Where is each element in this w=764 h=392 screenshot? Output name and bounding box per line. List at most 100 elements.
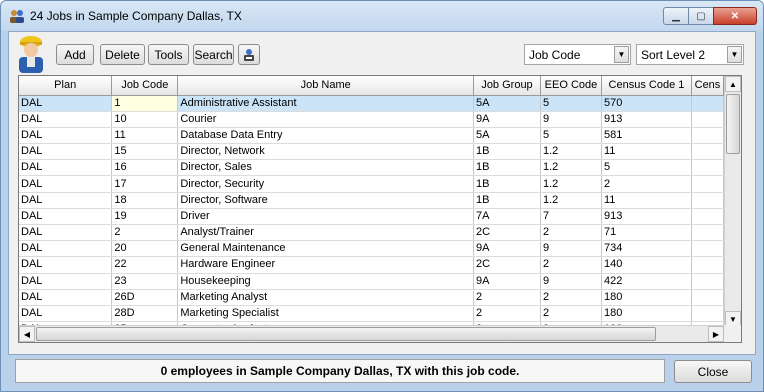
table-row[interactable]: DAL 20 General Maintenance 9A 9 734 (19, 240, 724, 258)
table-row[interactable]: DAL 18 Director, Software 1B 1.2 11 (19, 192, 724, 209)
table-cell[interactable]: DAL (19, 111, 113, 128)
table-cell[interactable]: Director, Network (177, 143, 475, 161)
table-cell[interactable] (691, 224, 724, 242)
table-cell[interactable]: 1.2 (540, 175, 602, 193)
table-cell[interactable] (691, 192, 724, 209)
column-header[interactable]: EEO Code (540, 76, 602, 96)
table-row[interactable]: DAL 19 Driver 7A 7 913 (19, 208, 724, 226)
table-cell[interactable]: 581 (601, 127, 692, 145)
table-cell[interactable]: Driver (177, 208, 475, 226)
table-row[interactable]: DAL 1 Administrative Assistant 5A 5 570 (19, 95, 724, 112)
table-cell[interactable] (691, 127, 724, 145)
table-cell[interactable]: 2 (473, 305, 541, 323)
table-cell[interactable]: Housekeeping (177, 273, 475, 290)
table-cell[interactable]: 9 (540, 273, 602, 290)
print-button[interactable] (238, 44, 260, 65)
table-cell[interactable]: 7A (473, 208, 541, 226)
jobs-grid[interactable]: Plan Job Code Job Name Job Group EEO Code Cen… (18, 75, 742, 343)
table-cell[interactable]: 11 (111, 127, 179, 145)
table-cell[interactable]: 11 (601, 192, 692, 209)
table-cell[interactable]: Administrative Assistant (177, 95, 475, 112)
column-header[interactable]: Census Code 1 (601, 76, 692, 96)
table-cell[interactable]: Courier (177, 111, 475, 128)
table-cell[interactable]: 10 (111, 111, 179, 128)
table-cell[interactable]: 9 (540, 111, 602, 128)
table-cell[interactable]: 2 (601, 175, 692, 193)
table-cell[interactable]: 28D (111, 305, 179, 323)
table-cell[interactable] (691, 273, 724, 290)
table-cell[interactable]: 5 (601, 159, 692, 177)
table-row[interactable]: DAL 26D Marketing Analyst 2 2 180 (19, 289, 724, 306)
table-cell[interactable]: DAL (19, 127, 113, 145)
table-cell[interactable]: 570 (601, 95, 692, 112)
table-cell[interactable]: 1B (473, 143, 541, 161)
table-cell[interactable]: Marketing Analyst (177, 289, 475, 306)
table-cell[interactable] (691, 208, 724, 226)
table-cell[interactable]: 11 (601, 143, 692, 161)
table-cell[interactable]: 913 (601, 111, 692, 128)
close-window-button[interactable]: ✕ (713, 7, 757, 25)
table-cell[interactable] (691, 175, 724, 193)
table-cell[interactable]: DAL (19, 256, 113, 274)
table-cell[interactable]: DAL (19, 175, 113, 193)
table-cell[interactable]: Analyst/Trainer (177, 224, 475, 242)
search-button[interactable]: Search (193, 44, 234, 65)
table-cell[interactable]: Database Data Entry (177, 127, 475, 145)
table-cell[interactable]: Director, Software (177, 192, 475, 209)
tools-button[interactable]: Tools (148, 44, 189, 65)
table-cell[interactable]: 19 (111, 208, 179, 226)
horizontal-scroll-thumb[interactable] (36, 327, 656, 341)
vertical-scroll-thumb[interactable] (726, 94, 740, 154)
table-cell[interactable]: 1B (473, 159, 541, 177)
table-cell[interactable] (691, 95, 724, 112)
table-cell[interactable]: 9A (473, 240, 541, 258)
column-header[interactable]: Cens (691, 76, 724, 96)
scroll-up-icon[interactable]: ▲ (725, 76, 741, 92)
table-row[interactable]: DAL 11 Database Data Entry 5A 5 581 (19, 127, 724, 145)
table-cell[interactable]: 913 (601, 208, 692, 226)
table-cell[interactable]: 1B (473, 175, 541, 193)
table-cell[interactable]: 2 (540, 224, 602, 242)
chevron-down-icon[interactable]: ▼ (727, 46, 742, 63)
table-cell[interactable]: DAL (19, 305, 113, 323)
table-cell[interactable] (691, 256, 724, 274)
table-cell[interactable]: 2C (473, 224, 541, 242)
table-cell[interactable]: 2 (540, 256, 602, 274)
table-cell[interactable]: 1.2 (540, 192, 602, 209)
add-button[interactable]: Add (56, 44, 94, 65)
table-cell[interactable]: DAL (19, 289, 113, 306)
table-cell[interactable]: 9A (473, 273, 541, 290)
table-cell[interactable]: 18 (111, 192, 179, 209)
table-row[interactable]: DAL 22 Hardware Engineer 2C 2 140 (19, 256, 724, 274)
table-row[interactable]: DAL 15 Director, Network 1B 1.2 11 (19, 143, 724, 161)
column-header[interactable]: Plan (19, 76, 113, 96)
table-cell[interactable]: 422 (601, 273, 692, 290)
table-cell[interactable]: 1B (473, 192, 541, 209)
table-cell[interactable]: 2C (473, 256, 541, 274)
column-header[interactable]: Job Code (111, 76, 179, 96)
table-cell[interactable]: 180 (601, 305, 692, 323)
horizontal-scrollbar[interactable]: ◀ ▶ (19, 325, 724, 342)
table-cell[interactable]: 22 (111, 256, 179, 274)
table-row[interactable]: DAL 10 Courier 9A 9 913 (19, 111, 724, 128)
table-cell[interactable]: 1 (111, 95, 179, 112)
scroll-left-icon[interactable]: ◀ (19, 326, 35, 342)
table-cell[interactable]: 140 (601, 256, 692, 274)
table-cell[interactable]: 7 (540, 208, 602, 226)
table-cell[interactable] (691, 289, 724, 306)
table-cell[interactable]: 1.2 (540, 159, 602, 177)
table-cell[interactable]: DAL (19, 143, 113, 161)
delete-button[interactable]: Delete (100, 44, 145, 65)
table-cell[interactable]: DAL (19, 192, 113, 209)
table-cell[interactable]: DAL (19, 208, 113, 226)
table-cell[interactable]: 5A (473, 127, 541, 145)
table-cell[interactable] (691, 159, 724, 177)
table-cell[interactable]: 26D (111, 289, 179, 306)
chevron-down-icon[interactable]: ▼ (614, 46, 629, 63)
table-cell[interactable]: Director, Security (177, 175, 475, 193)
scroll-right-icon[interactable]: ▶ (708, 326, 724, 342)
sort-secondary-select[interactable]: Sort Level 2 ▼ (636, 44, 744, 65)
minimize-button[interactable]: ▁ (663, 7, 689, 25)
table-cell[interactable]: 2 (111, 224, 179, 242)
table-cell[interactable]: 734 (601, 240, 692, 258)
